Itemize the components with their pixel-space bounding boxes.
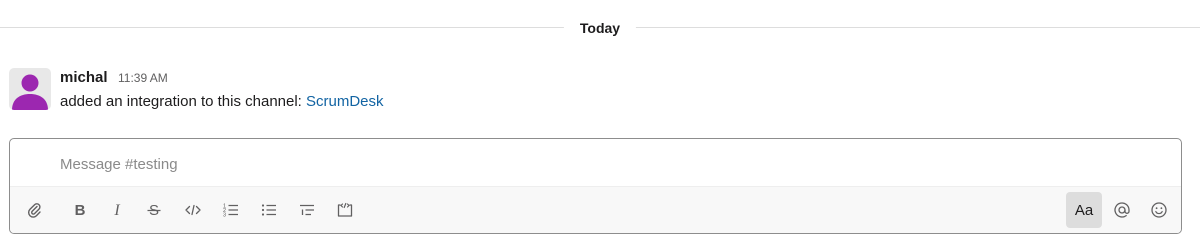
- code-block-icon: [337, 202, 353, 217]
- emoji-icon: [1151, 202, 1167, 218]
- code-button[interactable]: [177, 194, 209, 226]
- formatting-toggle-button[interactable]: Aa: [1066, 192, 1102, 228]
- day-divider: Today: [0, 16, 1200, 40]
- paperclip-icon: [27, 203, 41, 218]
- message-author[interactable]: michal: [60, 69, 108, 86]
- bulleted-list-button[interactable]: [253, 194, 285, 226]
- italic-button[interactable]: I: [101, 194, 133, 226]
- code-icon: [185, 204, 201, 216]
- bold-icon: B: [75, 202, 86, 219]
- blockquote-button[interactable]: [291, 194, 323, 226]
- svg-text:I: I: [113, 202, 120, 219]
- code-block-button[interactable]: [329, 194, 361, 226]
- user-avatar-icon: [12, 74, 48, 110]
- svg-text:3: 3: [223, 213, 226, 219]
- ordered-list-icon: 1 2 3: [223, 204, 238, 219]
- attach-button[interactable]: [18, 194, 50, 226]
- blockquote-icon: [300, 204, 314, 216]
- message-input[interactable]: [60, 153, 1160, 175]
- mention-button[interactable]: [1106, 194, 1138, 226]
- ordered-list-button[interactable]: 1 2 3: [215, 194, 247, 226]
- channel-view: Today michal 11:39 AM added an integrati…: [0, 0, 1200, 245]
- bulleted-list-icon: [261, 204, 276, 216]
- message-item[interactable]: michal 11:39 AM added an integration to …: [9, 68, 1189, 124]
- emoji-button[interactable]: [1143, 194, 1175, 226]
- message-text: added an integration to this channel:: [60, 93, 307, 110]
- composer-toolbar: B I S 1 2 3 Aa: [10, 186, 1181, 233]
- integration-link[interactable]: ScrumDesk: [306, 93, 384, 110]
- message-header: michal 11:39 AM: [60, 69, 168, 89]
- message-body: added an integration to this channel: Sc…: [60, 93, 384, 110]
- message-composer: B I S 1 2: [9, 138, 1182, 234]
- italic-icon: I: [113, 202, 120, 219]
- day-divider-label[interactable]: Today: [563, 16, 637, 40]
- at-mention-icon: [1114, 202, 1130, 218]
- svg-text:B: B: [75, 202, 86, 219]
- strikethrough-button[interactable]: S: [138, 194, 170, 226]
- bold-button[interactable]: B: [64, 194, 96, 226]
- message-timestamp[interactable]: 11:39 AM: [118, 71, 168, 85]
- avatar[interactable]: [9, 68, 51, 110]
- formatting-toggle-label: Aa: [1074, 201, 1094, 219]
- strikethrough-icon: S: [147, 202, 161, 219]
